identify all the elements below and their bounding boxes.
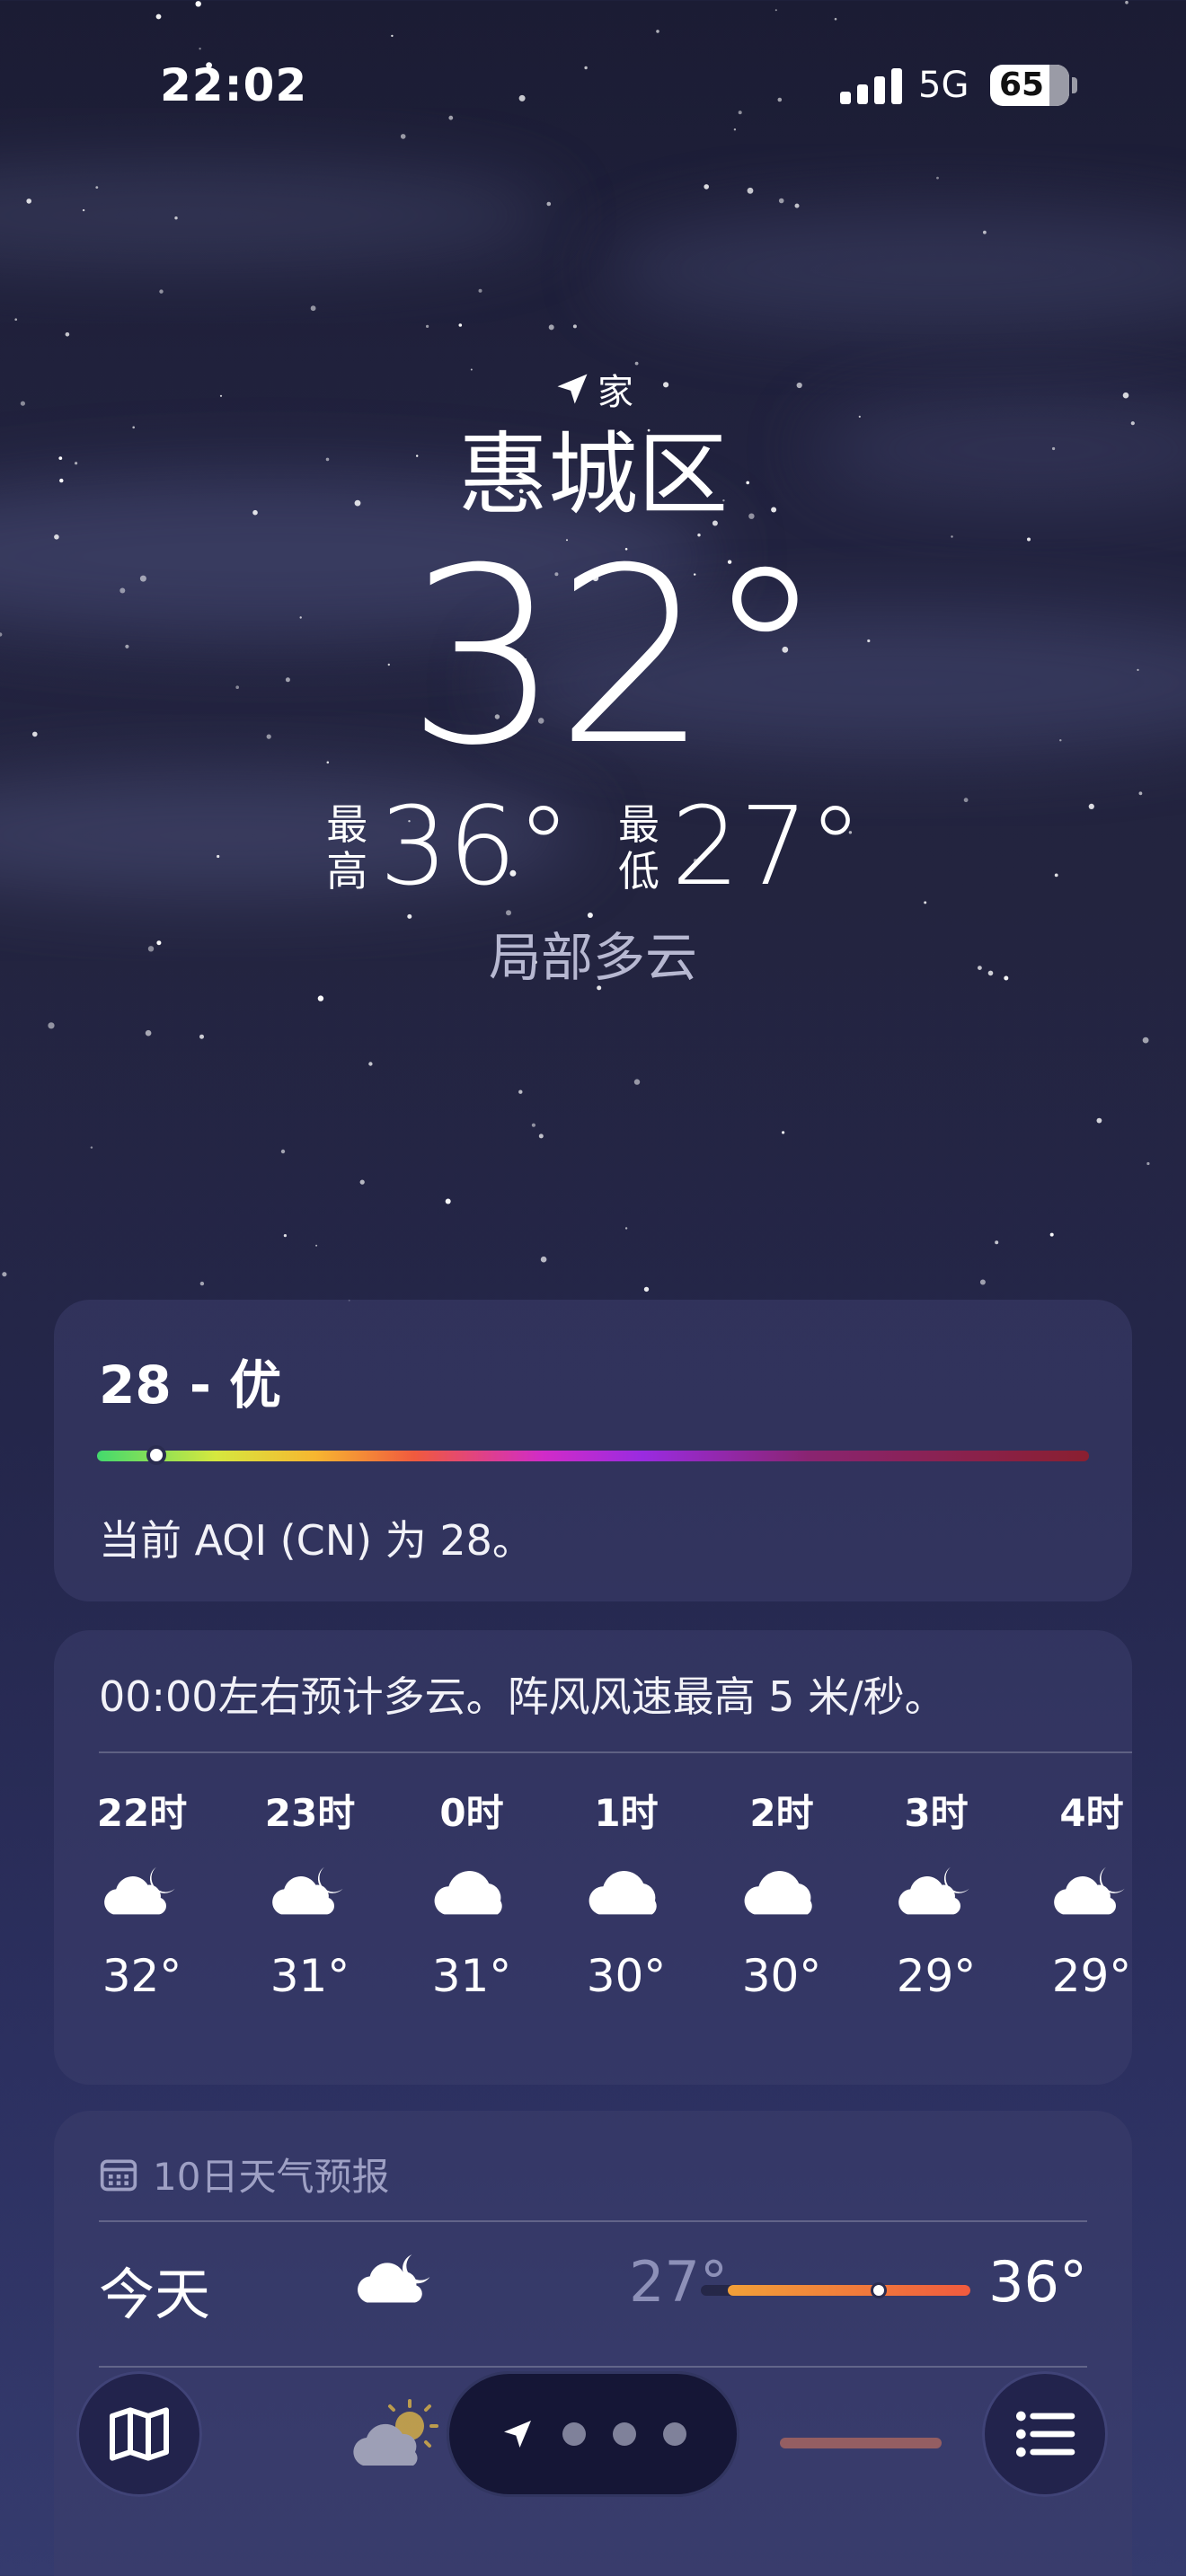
cloud-moon-icon [243,1837,377,1945]
cloud-icon [714,1837,849,1945]
status-time: 22:02 [160,59,308,111]
page-dot[interactable] [613,2422,636,2446]
hourly-item: 3时 29° [869,1783,1004,2002]
hour-temperature: 31° [431,1950,512,2002]
list-icon [1016,2411,1075,2457]
hour-temperature: 32° [102,1950,182,2002]
daily-forecast-title-text: 10日天气预报 [153,2155,390,2199]
temperature-range-track [701,2282,970,2298]
hour-label: 4时 [1059,1791,1124,1835]
condition-text: 局部多云 [488,927,697,988]
hourly-item: 22时 32° [75,1783,209,2002]
high-low-row: 最高 36° 最低 27° [0,790,1186,906]
cloud-icon [404,1837,539,1945]
daily-row-today[interactable]: 今天 27° 36° [54,2210,1132,2355]
hour-label: 3时 [904,1791,969,1835]
hourly-forecast-card[interactable]: 00:00左右预计多云。阵风风速最高 5 米/秒。 22时 32° 23时 31° 0时… [54,1630,1132,2085]
hour-label: 23时 [264,1791,356,1835]
hour-temperature: 29° [1051,1950,1132,2002]
hour-temperature: 30° [586,1950,667,2002]
battery-icon: 65 [990,65,1069,106]
air-quality-card[interactable]: 28 - 优 当前 AQI (CN) 为 28。 [54,1300,1132,1601]
temperature-range-bar-peek [780,2438,942,2448]
battery-level: 65 [998,66,1045,103]
map-icon [110,2407,169,2461]
hour-label: 1时 [594,1791,659,1835]
day-high-temperature: 36° [988,2249,1087,2315]
hourly-item: 4时 29° [1024,1783,1132,2002]
hour-label: 0时 [439,1791,504,1835]
location-label: 家 [597,372,633,413]
aqi-value: 28 - 优 [99,1354,282,1416]
hourly-summary: 00:00左右预计多云。阵风风速最高 5 米/秒。 [99,1672,946,1721]
current-temperature: 32° [406,516,826,798]
page-dot[interactable] [663,2422,686,2446]
day-low-temperature: 27° [629,2249,728,2315]
hourly-item: 0时 31° [404,1783,539,2002]
hourly-item: 2时 30° [714,1783,849,2002]
current-temperature-marker [871,2282,887,2298]
cloud-moon-icon [358,2254,430,2303]
cloud-moon-icon [869,1837,1004,1945]
location-arrow-icon[interactable] [500,2416,535,2452]
aqi-scale-bar [97,1445,1089,1465]
cloud-moon-icon [1024,1837,1132,1945]
hour-temperature: 30° [741,1950,822,2002]
daily-forecast-title: 10日天气预报 [99,2147,389,2201]
day-name: 今天 [99,2262,211,2327]
high-temperature: 36° [379,785,571,910]
location-pager[interactable] [447,2371,739,2497]
temperature-range-bar [728,2285,970,2296]
aqi-marker [146,1445,167,1465]
hour-temperature: 29° [896,1950,977,2002]
cellular-signal-icon [840,68,903,104]
page-dot[interactable] [562,2422,586,2446]
network-type: 5G [918,65,969,106]
low-label: 最低 [618,800,659,895]
status-bar: 22:02 5G 65 [0,54,1186,126]
hourly-item: 1时 30° [559,1783,694,2002]
low-temperature: 27° [671,785,863,910]
hour-label: 22时 [96,1791,188,1835]
hourly-item: 23时 31° [243,1783,377,2002]
aqi-description: 当前 AQI (CN) 为 28。 [99,1516,534,1565]
hour-temperature: 31° [270,1950,350,2002]
location-list-button[interactable] [982,2371,1108,2497]
location-arrow-icon [557,374,588,404]
current-weather-header: 家 惠城区 32° 最高 36° 最低 27° 局部多云 [0,364,1186,991]
hour-label: 2时 [749,1791,814,1835]
cloud-moon-icon [75,1837,209,1945]
bottom-toolbar [0,2353,1186,2515]
location-row: 家 [0,364,1186,414]
divider [99,1751,1132,1753]
city-name: 惠城区 [458,422,728,527]
partly-sunny-icon [353,2399,438,2466]
cloud-icon [559,1837,694,1945]
map-button[interactable] [76,2371,202,2497]
calendar-icon [100,2159,137,2191]
high-label: 最高 [326,800,368,895]
